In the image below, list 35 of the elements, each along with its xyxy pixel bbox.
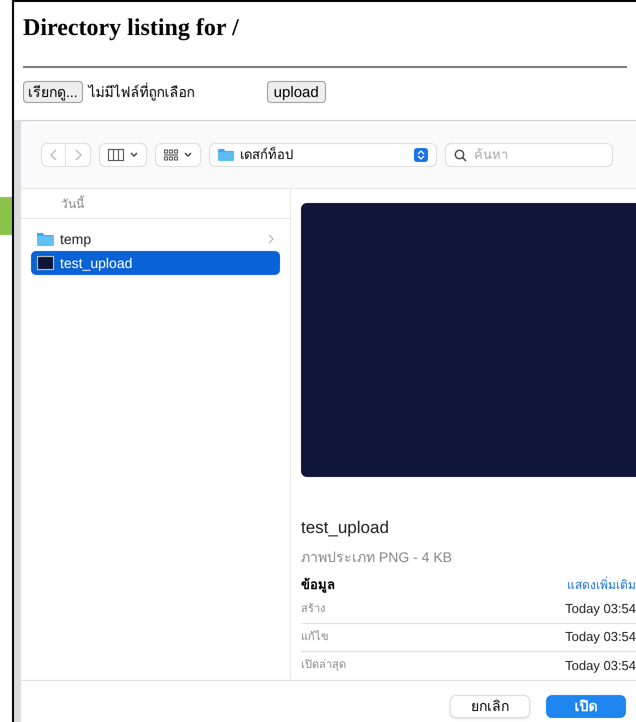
- info-label: สร้าง: [301, 602, 325, 617]
- forward-icon: [74, 148, 82, 160]
- search-icon: [454, 148, 467, 162]
- file-type: ภาพประเภท PNG - 4 KB: [301, 548, 454, 566]
- folder-icon: [37, 232, 54, 246]
- location-dropdown[interactable]: เดสก์ท็อป: [209, 142, 437, 166]
- cancel-button[interactable]: ยกเลิก: [450, 695, 530, 718]
- info-value: Today 03:54: [565, 656, 636, 675]
- folder-icon: [218, 148, 234, 161]
- chevron-down-icon: [130, 152, 138, 158]
- show-more-link[interactable]: แสดงเพิ่มเติม: [567, 576, 636, 594]
- upload-button[interactable]: upload: [266, 81, 326, 103]
- section-header: วันนี้: [21, 189, 290, 219]
- stepper-icon: [414, 148, 428, 162]
- group-button[interactable]: [155, 142, 201, 166]
- info-value: Today 03:54: [565, 628, 636, 646]
- file-row[interactable]: temp: [31, 227, 280, 251]
- info-value: Today 03:54: [565, 600, 636, 618]
- grid-icon: [164, 148, 178, 160]
- info-heading: ข้อมูล: [301, 576, 335, 594]
- image-icon: [37, 256, 54, 270]
- info-label: แก้ไข: [301, 629, 329, 645]
- columns-icon: [108, 148, 124, 160]
- column-view-button[interactable]: [99, 142, 147, 166]
- open-button[interactable]: เปิด: [546, 695, 626, 718]
- file-status: ไม่มีไฟล์ที่ถูกเลือก: [88, 82, 195, 102]
- chevron-icon: [268, 234, 274, 244]
- page-heading: Directory listing for /: [23, 14, 240, 42]
- back-icon: [50, 148, 58, 160]
- browse-button[interactable]: เรียกดู...: [23, 81, 83, 103]
- file-name: test_upload: [301, 517, 390, 539]
- info-label: เปิดล่าสุด: [301, 658, 346, 674]
- search-field[interactable]: ค้นหา: [445, 142, 613, 166]
- file-row[interactable]: test_upload: [31, 251, 280, 275]
- chevron-down-icon: [184, 152, 192, 158]
